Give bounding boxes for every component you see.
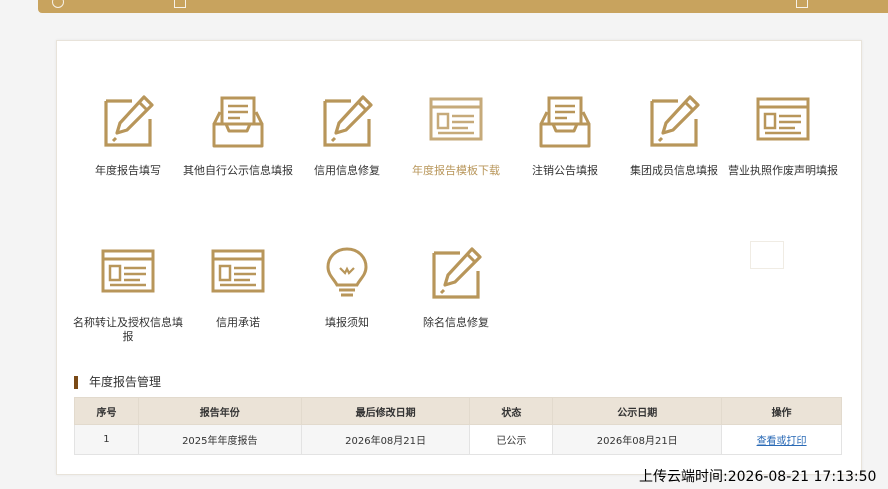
- menu-label: 其他自行公示信息填报: [183, 164, 293, 177]
- lightbulb-icon: [326, 247, 368, 297]
- cell-action: 查看或打印: [721, 424, 842, 455]
- faded-overlay-box: [750, 241, 784, 269]
- menu-name-transfer-authorization[interactable]: 名称转让及授权信息填报: [73, 246, 183, 344]
- menu-label: 年度报告模板下载: [412, 164, 500, 177]
- menu-label: 名称转让及授权信息填报: [73, 316, 183, 343]
- upload-time-stamp: 上传云端时间:2026-08-21 17:13:50: [639, 469, 877, 485]
- menu-label: 信用承诺: [216, 316, 260, 329]
- menu-annual-report-fill[interactable]: 年度报告填写: [73, 94, 183, 178]
- table-header-row: 序号 报告年份 最后修改日期 状态 公示日期 操作: [74, 397, 842, 425]
- inbox-icon: [212, 96, 264, 148]
- menu-label: 营业执照作废声明填报: [728, 164, 838, 177]
- column-header: 操作: [721, 397, 842, 425]
- menu-label: 除名信息修复: [423, 316, 489, 329]
- column-header: 最后修改日期: [300, 397, 471, 425]
- column-header: 状态: [469, 397, 554, 425]
- top-header-bar: [38, 0, 888, 13]
- cell-modified: 2026年08月21日: [300, 424, 471, 455]
- annual-report-table: 序号 报告年份 最后修改日期 状态 公示日期 操作 1 2025年年度报告 20…: [74, 397, 842, 455]
- view-or-print-link[interactable]: 查看或打印: [757, 436, 807, 447]
- menu-template-download[interactable]: 年度报告模板下载: [401, 94, 511, 178]
- menu-cancellation-notice[interactable]: 注销公告填报: [510, 94, 620, 178]
- menu-label: 注销公告填报: [532, 164, 598, 177]
- menu-label: 填报须知: [325, 316, 369, 329]
- inbox-icon: [539, 96, 591, 148]
- cell-published: 2026年08月21日: [552, 424, 723, 455]
- column-header: 公示日期: [552, 397, 723, 425]
- window-form-icon: [429, 97, 483, 141]
- menu-other-public-info[interactable]: 其他自行公示信息填报: [183, 94, 293, 178]
- menu-label: 信用信息修复: [314, 164, 380, 177]
- edit-icon: [432, 247, 482, 299]
- menu-credit-repair[interactable]: 信用信息修复: [292, 94, 402, 178]
- column-header: 报告年份: [137, 397, 302, 425]
- clock-icon: [52, 0, 64, 8]
- section-title: 年度报告管理: [74, 376, 161, 389]
- cell-status: 已公示: [469, 424, 554, 455]
- table-row: 1 2025年年度报告 2026年08月21日 已公示 2026年08月21日 …: [74, 424, 842, 455]
- document-icon: [174, 0, 186, 8]
- cell-year: 2025年年度报告: [137, 424, 302, 455]
- window-form-icon: [211, 249, 265, 293]
- menu-label: 年度报告填写: [95, 164, 161, 177]
- menu-removal-info-repair[interactable]: 除名信息修复: [401, 246, 511, 330]
- menu-filing-instructions[interactable]: 填报须知: [292, 246, 402, 330]
- edit-icon: [104, 95, 154, 147]
- edit-icon: [650, 95, 700, 147]
- menu-group-member-info[interactable]: 集团成员信息填报: [619, 94, 729, 178]
- menu-license-void-statement[interactable]: 营业执照作废声明填报: [728, 94, 838, 178]
- window-form-icon: [756, 97, 810, 141]
- cell-no: 1: [74, 424, 139, 455]
- menu-label: 集团成员信息填报: [630, 164, 718, 177]
- logout-icon[interactable]: [796, 0, 808, 8]
- window-form-icon: [101, 249, 155, 293]
- column-header: 序号: [74, 397, 139, 425]
- edit-icon: [323, 95, 373, 147]
- menu-credit-commitment[interactable]: 信用承诺: [183, 246, 293, 330]
